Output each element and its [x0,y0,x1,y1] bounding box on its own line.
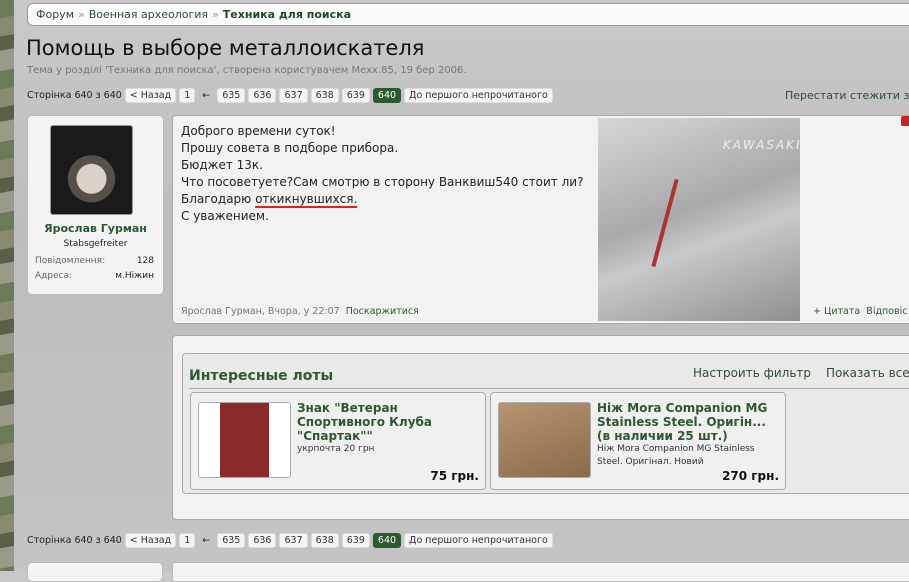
page-640[interactable]: 640 [372,88,402,103]
user-rank: Stabsgefreiter [63,239,128,249]
page-1[interactable]: 1 [179,533,196,548]
editor-toolbar[interactable] [172,562,909,582]
page-nav-top: Сторінка 640 з 640 < Назад 1 ← 635 636 6… [27,88,553,103]
page-637[interactable]: 637 [279,533,308,548]
page-638[interactable]: 638 [310,533,339,548]
post-line: С уважением. [181,209,269,223]
user-stat: Адреса: м.Ніжин [35,271,154,281]
avatar[interactable] [50,125,133,215]
stat-value: 128 [136,256,154,266]
lot-price: 270 грн. [722,469,779,483]
show-all-link[interactable]: Показать все [826,366,909,380]
arrow-left-icon[interactable]: ← [202,90,210,101]
filter-link[interactable]: Настроить фильтр [693,366,811,380]
page-636[interactable]: 636 [248,88,277,103]
page-title: Помощь в выборе металлоискателя [26,36,425,60]
user-stat: Повідомлення: 128 [35,256,154,266]
breadcrumb: Форум» Военная археология» Техника для пои… [27,3,909,26]
divider [189,388,909,389]
breadcrumb-search-equipment[interactable]: Техника для поиска [223,8,351,21]
lot-title[interactable]: Знак "Ветеран Спортивного Клуба "Спартак… [297,401,482,443]
motorcycle-image: KAWASAKI [598,118,800,321]
prev-button[interactable]: < Назад [124,88,177,103]
page-635[interactable]: 635 [217,88,246,103]
page-636[interactable]: 636 [248,533,277,548]
post-message: Доброго времени суток! Прошу совета в по… [172,115,909,324]
underlined-word: откикнувшихся. [255,192,358,206]
first-unread-button[interactable]: До першого непрочитаного [404,88,553,103]
lots-block: Интересные лоты Настроить фильтр Показат… [172,335,909,520]
page-label: Сторінка 640 з 640 [27,90,122,101]
first-unread-button[interactable]: До першого непрочитаного [404,533,553,548]
post-line: Благодарю откикнувшихся. [181,191,583,208]
lot-thumbnail[interactable] [498,402,591,478]
page-1[interactable]: 1 [179,88,196,103]
page-640[interactable]: 640 [372,533,402,548]
page-nav-bottom: Сторінка 640 з 640 < Назад 1 ← 635 636 6… [27,533,553,548]
page-639[interactable]: 639 [341,533,370,548]
lever-shape [651,179,679,267]
post-actions: + Цитата Відповіс [813,306,908,317]
lots-panel: Интересные лоты Настроить фильтр Показат… [182,353,909,494]
arrow-left-icon[interactable]: ← [202,535,210,546]
lot-thumbnail[interactable] [198,402,291,478]
stat-label: Адреса: [35,271,73,281]
page-639[interactable]: 639 [341,88,370,103]
post-text: Доброго времени суток! Прошу совета в по… [181,123,583,225]
post-meta: Ярослав Гурман, Вчора, у 22:07 Поскаржити… [181,306,419,317]
thread-subtitle: Тема у розділі 'Техника для поиска', ств… [27,65,467,76]
post-text-part: Благодарю [181,192,256,206]
post-date[interactable]: Ярослав Гурман, Вчора, у 22:07 [181,306,340,317]
lot-card[interactable]: Знак "Ветеран Спортивного Клуба "Спартак… [190,392,486,490]
quote-button[interactable]: + Цитата [813,306,860,317]
lot-title[interactable]: Ніж Mora Companion MG Stainless Steel. О… [597,401,782,443]
breadcrumb-forum[interactable]: Форум [36,8,74,21]
lot-desc: укрпочта 20 грн [297,444,375,454]
post-line: Что посоветуете?Сам смотрю в сторону Ван… [181,175,584,189]
page-label: Сторінка 640 з 640 [27,535,122,546]
unwatch-thread-link[interactable]: Перестати стежити за те [785,89,909,102]
reply-button[interactable]: Відповіс [866,306,907,317]
stat-value: м.Ніжин [115,271,154,281]
post-line: Доброго времени суток! [181,124,336,138]
page-637[interactable]: 637 [279,88,308,103]
image-brand-text: KAWASAKI [723,138,802,152]
report-link[interactable]: Поскаржитися [346,306,419,317]
prev-button[interactable]: < Назад [124,533,177,548]
post-line: Прошу совета в подборе прибора. [181,141,399,155]
breadcrumb-military-archaeology[interactable]: Военная археология [89,8,208,21]
username[interactable]: Ярослав Гурман [28,222,163,235]
background-camo [0,0,14,571]
user-info: Ярослав Гурман Stabsgefreiter Повідомлен… [27,115,164,295]
lot-desc: Ніж Mora Companion MG Stainless Steel. О… [597,444,755,467]
lot-price: 75 грн. [430,469,479,483]
reply-editor [27,562,909,582]
new-badge [901,116,909,126]
stat-label: Повідомлення: [35,256,106,266]
page-638[interactable]: 638 [310,88,339,103]
lots-title: Интересные лоты [189,368,334,384]
page-635[interactable]: 635 [217,533,246,548]
reply-user-box [27,562,163,582]
post-line: Бюджет 13к. [181,158,263,172]
lot-card[interactable]: Ніж Mora Companion MG Stainless Steel. О… [490,392,786,490]
